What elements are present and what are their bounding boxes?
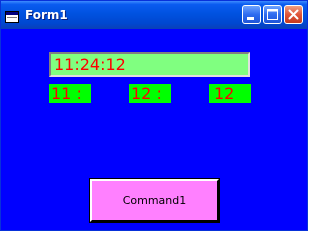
maximize-button[interactable] — [263, 5, 282, 24]
time-textbox[interactable]: 11:24:12 — [49, 52, 250, 77]
close-icon — [288, 9, 299, 20]
form-window-icon — [5, 8, 19, 23]
command1-button[interactable]: Command1 — [89, 178, 220, 223]
title-bar[interactable]: Form1 — [1, 1, 307, 29]
hours-label: 11 : — [49, 84, 91, 103]
maximize-icon — [267, 9, 278, 20]
minimize-button[interactable] — [242, 5, 261, 24]
window-title: Form1 — [25, 8, 68, 22]
minutes-label: 12 : — [129, 84, 171, 103]
close-button[interactable] — [284, 5, 303, 24]
form-window: Form1 11:24:12 11 : 12 : 12 Command1 — [0, 0, 308, 231]
seconds-label: 12 — [209, 84, 251, 103]
minimize-icon — [247, 17, 254, 20]
